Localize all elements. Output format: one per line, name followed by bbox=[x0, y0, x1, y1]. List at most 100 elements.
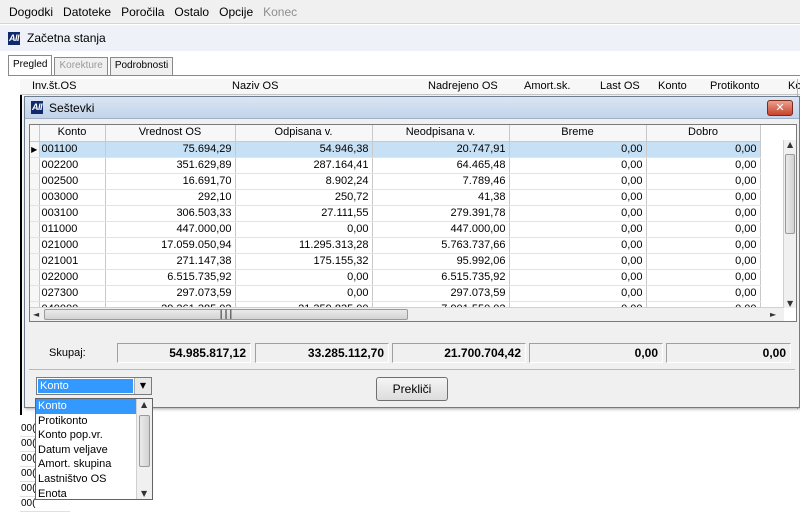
table-cell[interactable]: 6.515.735,92 bbox=[372, 269, 510, 286]
table-cell[interactable]: 16.691,70 bbox=[105, 173, 236, 190]
table-cell[interactable]: 447.000,00 bbox=[372, 221, 510, 238]
menu-opcije[interactable]: Opcije bbox=[214, 2, 258, 22]
table-cell[interactable]: 306.503,33 bbox=[105, 205, 236, 222]
table-cell[interactable]: 0,00 bbox=[509, 205, 647, 222]
col-header-neodpisana[interactable]: Neodpisana v. bbox=[372, 125, 510, 142]
table-cell[interactable]: 11.295.313,28 bbox=[235, 237, 373, 254]
row-indicator[interactable] bbox=[30, 189, 40, 206]
table-cell[interactable]: 17.059.050,94 bbox=[105, 237, 236, 254]
table-cell[interactable]: 0,00 bbox=[235, 221, 373, 238]
menu-porocila[interactable]: Poročila bbox=[116, 2, 169, 22]
table-cell[interactable]: 0,00 bbox=[509, 141, 647, 158]
option-protikonto[interactable]: Protikonto bbox=[36, 414, 136, 429]
table-cell[interactable]: 003000 bbox=[39, 189, 106, 206]
option-lastnistvo-os[interactable]: Lastništvo OS bbox=[36, 472, 136, 487]
option-enota[interactable]: Enota bbox=[36, 487, 136, 502]
bg-col-inv[interactable]: Inv.št.OS bbox=[32, 80, 76, 92]
menu-datoteke[interactable]: Datoteke bbox=[58, 2, 116, 22]
table-cell[interactable]: 003100 bbox=[39, 205, 106, 222]
table-cell[interactable]: 95.992,06 bbox=[372, 253, 510, 270]
row-indicator[interactable] bbox=[30, 221, 40, 238]
close-button[interactable]: ✕ bbox=[767, 100, 793, 116]
table-row[interactable]: ▶ 001100 75.694,29 54.946,38 20.747,91 0,00 0,… bbox=[30, 141, 761, 158]
combo-value[interactable]: Konto bbox=[38, 379, 133, 393]
table-cell[interactable]: 0,00 bbox=[646, 221, 761, 238]
current-row-icon[interactable]: ▶ bbox=[30, 141, 40, 158]
option-amort-skupina[interactable]: Amort. skupina bbox=[36, 457, 136, 472]
table-cell[interactable]: 011000 bbox=[39, 221, 106, 238]
bg-col-amort[interactable]: Amort.sk. bbox=[524, 80, 570, 92]
bg-col-nadrejeno[interactable]: Nadrejeno OS bbox=[428, 80, 498, 92]
row-indicator[interactable] bbox=[30, 269, 40, 286]
table-cell[interactable]: 0,00 bbox=[235, 269, 373, 286]
table-row[interactable]: 022000 6.515.735,92 0,00 6.515.735,92 0,00 0,… bbox=[30, 269, 761, 286]
grid-horizontal-scrollbar[interactable]: ◄ ┃┃┃ ► bbox=[30, 307, 784, 321]
grid-vertical-scrollbar[interactable]: ▲ ▼ bbox=[783, 140, 796, 308]
bg-col-konto[interactable]: Konto bbox=[658, 80, 687, 92]
table-cell[interactable]: 0,00 bbox=[646, 269, 761, 286]
table-cell[interactable]: 001100 bbox=[39, 141, 106, 158]
table-cell[interactable]: 0,00 bbox=[646, 141, 761, 158]
table-cell[interactable]: 0,00 bbox=[646, 157, 761, 174]
table-row[interactable]: 021001 271.147,38 175.155,32 95.992,06 0,00 0… bbox=[30, 253, 761, 270]
table-cell[interactable]: 7.789,46 bbox=[372, 173, 510, 190]
scroll-thumb[interactable] bbox=[785, 154, 795, 234]
table-cell[interactable]: 41,38 bbox=[372, 189, 510, 206]
scroll-down-icon[interactable]: ▼ bbox=[787, 299, 793, 308]
col-header-konto[interactable]: Konto bbox=[39, 125, 106, 142]
group-by-combo[interactable]: Konto ▼ bbox=[36, 377, 152, 395]
bg-col-last[interactable]: Last OS bbox=[600, 80, 640, 92]
scroll-up-icon[interactable]: ▲ bbox=[787, 140, 793, 149]
dropdown-scrollbar[interactable]: ▲ ▼ bbox=[136, 399, 152, 499]
table-cell[interactable]: 297.073,59 bbox=[372, 285, 510, 302]
table-cell[interactable]: 0,00 bbox=[509, 253, 647, 270]
table-row[interactable]: 011000 447.000,00 0,00 447.000,00 0,00 0,00 bbox=[30, 221, 761, 238]
scroll-up-icon[interactable]: ▲ bbox=[141, 400, 147, 409]
scroll-down-icon[interactable]: ▼ bbox=[141, 489, 147, 498]
table-cell[interactable]: 021000 bbox=[39, 237, 106, 254]
table-cell[interactable]: 0,00 bbox=[646, 253, 761, 270]
option-datum-veljave[interactable]: Datum veljave bbox=[36, 443, 136, 458]
table-cell[interactable]: 297.073,59 bbox=[105, 285, 236, 302]
option-konto[interactable]: Konto bbox=[36, 399, 136, 414]
table-row[interactable]: 003000 292,10 250,72 41,38 0,00 0,00 bbox=[30, 189, 761, 206]
table-cell[interactable]: 27.111,55 bbox=[235, 205, 373, 222]
table-cell[interactable]: 0,00 bbox=[509, 157, 647, 174]
table-cell[interactable]: 250,72 bbox=[235, 189, 373, 206]
tab-korekture[interactable]: Korekture bbox=[54, 57, 108, 75]
tab-podrobnosti[interactable]: Podrobnosti bbox=[109, 57, 174, 75]
table-cell[interactable]: 0,00 bbox=[646, 285, 761, 302]
scroll-thumb[interactable]: ┃┃┃ bbox=[44, 309, 408, 320]
table-cell[interactable]: 0,00 bbox=[509, 173, 647, 190]
option-konto-pop-vr[interactable]: Konto pop.vr. bbox=[36, 428, 136, 443]
scroll-left-icon[interactable]: ◄ bbox=[33, 310, 39, 319]
table-cell[interactable]: 8.902,24 bbox=[235, 173, 373, 190]
table-cell[interactable]: 6.515.735,92 bbox=[105, 269, 236, 286]
table-cell[interactable]: 20.747,91 bbox=[372, 141, 510, 158]
tab-pregled[interactable]: Pregled bbox=[8, 55, 53, 75]
scroll-right-icon[interactable]: ► bbox=[770, 310, 776, 319]
table-row[interactable]: 027300 297.073,59 0,00 297.073,59 0,00 0,00 bbox=[30, 285, 761, 302]
row-indicator[interactable] bbox=[30, 237, 40, 254]
table-cell[interactable]: 0,00 bbox=[509, 221, 647, 238]
cancel-button[interactable]: Prekliči bbox=[376, 377, 448, 401]
bg-col-protikonto[interactable]: Protikonto bbox=[710, 80, 760, 92]
table-cell[interactable]: 271.147,38 bbox=[105, 253, 236, 270]
table-cell[interactable]: 54.946,38 bbox=[235, 141, 373, 158]
table-cell[interactable]: 021001 bbox=[39, 253, 106, 270]
table-cell[interactable]: 0,00 bbox=[509, 237, 647, 254]
dialog-titlebar[interactable]: All Seštevki ✕ bbox=[25, 97, 799, 119]
menu-dogodki[interactable]: Dogodki bbox=[4, 2, 58, 22]
table-row[interactable]: 002200 351.629,89 287.164,41 64.465,48 0,00 0… bbox=[30, 157, 761, 174]
bg-col-naziv[interactable]: Naziv OS bbox=[232, 80, 278, 92]
table-cell[interactable]: 002500 bbox=[39, 173, 106, 190]
col-header-vrednost[interactable]: Vrednost OS bbox=[105, 125, 236, 142]
table-cell[interactable]: 0,00 bbox=[646, 237, 761, 254]
table-cell[interactable]: 0,00 bbox=[509, 189, 647, 206]
table-cell[interactable]: 175.155,32 bbox=[235, 253, 373, 270]
col-header-odpisana[interactable]: Odpisana v. bbox=[235, 125, 373, 142]
table-cell[interactable]: 002200 bbox=[39, 157, 106, 174]
col-header-dobro[interactable]: Dobro bbox=[646, 125, 761, 142]
row-indicator[interactable] bbox=[30, 157, 40, 174]
table-cell[interactable]: 351.629,89 bbox=[105, 157, 236, 174]
